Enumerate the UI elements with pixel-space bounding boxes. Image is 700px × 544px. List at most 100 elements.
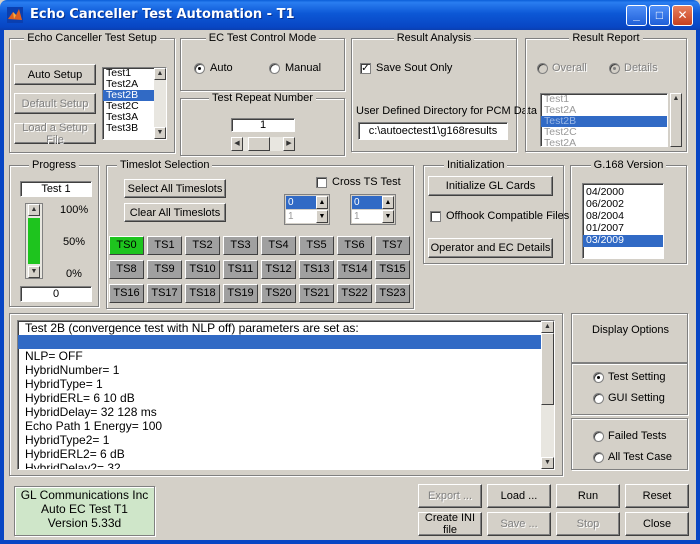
console-line-selected[interactable]: [18, 335, 554, 349]
timeslot-button-ts9[interactable]: TS9: [147, 260, 182, 279]
scroll-down-icon[interactable]: ▼: [154, 127, 166, 139]
console-line[interactable]: HybridType= 1: [18, 377, 554, 391]
timeslot-button-ts14[interactable]: TS14: [337, 260, 372, 279]
console-scrollbar[interactable]: ▲ ▼: [541, 321, 554, 469]
timeslot-button-ts18[interactable]: TS18: [185, 284, 220, 303]
timeslot-button-ts5[interactable]: TS5: [299, 236, 334, 255]
gui-setting-radio[interactable]: [593, 393, 604, 404]
test-setting-label: Test Setting: [608, 371, 666, 383]
auto-setup-button[interactable]: Auto Setup: [14, 64, 96, 85]
timeslot-button-ts7[interactable]: TS7: [375, 236, 410, 255]
default-setup-button[interactable]: Default Setup: [14, 93, 96, 114]
auto-mode-radio[interactable]: [194, 63, 205, 74]
console-scroll-thumb[interactable]: [541, 333, 554, 405]
setup-test-list[interactable]: Test1 Test2A Test2B Test2C Test3A Test3B…: [102, 67, 167, 140]
select-all-timeslots-button[interactable]: Select All Timeslots: [124, 179, 226, 198]
scroll-up-icon[interactable]: ▲: [541, 321, 554, 333]
list-item-selected[interactable]: 03/2009: [583, 235, 663, 247]
timeslot-button-ts21[interactable]: TS21: [299, 284, 334, 303]
create-ini-button[interactable]: Create INI file: [418, 512, 482, 536]
timeslot-button-ts15[interactable]: TS15: [375, 260, 410, 279]
export-button[interactable]: Export ...: [418, 484, 482, 508]
test-setting-radio[interactable]: [593, 372, 604, 383]
timeslot-button-ts22[interactable]: TS22: [337, 284, 372, 303]
slider-left-icon[interactable]: ◀: [231, 137, 243, 151]
timeslot-button-ts10[interactable]: TS10: [185, 260, 220, 279]
all-test-case-radio[interactable]: [593, 452, 604, 463]
timeslot-button-ts2[interactable]: TS2: [185, 236, 220, 255]
report-list-scrollbar[interactable]: ▲: [670, 93, 682, 147]
progress-up-icon[interactable]: ▲: [28, 204, 40, 216]
list-item[interactable]: 1: [286, 210, 317, 223]
stop-button[interactable]: Stop: [556, 512, 620, 536]
repeat-slider[interactable]: ◀ ▶: [231, 137, 295, 151]
save-button[interactable]: Save ...: [487, 512, 551, 536]
timeslot-button-ts3[interactable]: TS3: [223, 236, 258, 255]
initialize-gl-cards-button[interactable]: Initialize GL Cards: [428, 176, 553, 196]
report-test-list[interactable]: Test1 Test2A Test2B Test2C Test2A: [540, 93, 668, 147]
scroll-up-icon[interactable]: ▲: [316, 196, 328, 209]
console-line[interactable]: HybridDelay= 32 128 ms: [18, 405, 554, 419]
cross-ts-dest-list[interactable]: 0 1 ▲ ▼: [350, 194, 396, 225]
console-line[interactable]: HybridERL2= 6 dB: [18, 447, 554, 461]
load-setup-file-button[interactable]: Load a Setup File: [14, 122, 96, 146]
timeslot-button-ts23[interactable]: TS23: [375, 284, 410, 303]
timeslot-button-ts16[interactable]: TS16: [109, 284, 144, 303]
test-parameters-console[interactable]: Test 2B (convergence test with NLP off) …: [17, 320, 555, 470]
timeslot-button-ts0[interactable]: TS0: [109, 236, 144, 255]
minimize-button[interactable]: _: [626, 5, 647, 26]
g168-version-list[interactable]: 04/2000 06/2002 08/2004 01/2007 03/2009: [582, 183, 664, 259]
close-button[interactable]: Close: [625, 512, 689, 536]
timeslot-button-ts11[interactable]: TS11: [223, 260, 258, 279]
cross-ts-checkbox[interactable]: [316, 177, 327, 188]
offhook-checkbox[interactable]: [430, 211, 441, 222]
progress-down-icon[interactable]: ▼: [28, 266, 40, 278]
close-window-button[interactable]: ✕: [672, 5, 693, 26]
list-item[interactable]: 1: [352, 210, 383, 223]
scroll-down-icon[interactable]: ▼: [382, 210, 394, 223]
details-radio[interactable]: [609, 63, 620, 74]
console-line[interactable]: Test 2B (convergence test with NLP off) …: [18, 321, 554, 335]
timeslot-button-ts12[interactable]: TS12: [261, 260, 296, 279]
overall-radio[interactable]: [537, 63, 548, 74]
console-line[interactable]: HybridNumber= 1: [18, 363, 554, 377]
cross-ts-source-list[interactable]: 0 1 ▲ ▼: [284, 194, 330, 225]
scroll-up-icon[interactable]: ▲: [382, 196, 394, 209]
failed-tests-radio[interactable]: [593, 431, 604, 442]
console-line[interactable]: HybridType2= 1: [18, 433, 554, 447]
timeslot-button-ts1[interactable]: TS1: [147, 236, 182, 255]
slider-thumb[interactable]: [248, 137, 270, 151]
maximize-button[interactable]: □: [649, 5, 670, 26]
progress-fill: [28, 218, 40, 264]
manual-mode-radio[interactable]: [269, 63, 280, 74]
list-item-selected[interactable]: 0: [352, 196, 383, 209]
reset-button[interactable]: Reset: [625, 484, 689, 508]
list-item[interactable]: Test2A: [541, 138, 667, 147]
console-line[interactable]: NLP= OFF: [18, 349, 554, 363]
scroll-down-icon[interactable]: ▼: [316, 210, 328, 223]
repeat-number-field[interactable]: 1: [231, 118, 295, 132]
timeslot-button-ts19[interactable]: TS19: [223, 284, 258, 303]
timeslot-button-ts4[interactable]: TS4: [261, 236, 296, 255]
timeslot-button-ts8[interactable]: TS8: [109, 260, 144, 279]
console-line[interactable]: HybridERL= 6 10 dB: [18, 391, 554, 405]
clear-all-timeslots-button[interactable]: Clear All Timeslots: [124, 203, 226, 222]
console-line[interactable]: Echo Path 1 Energy= 100: [18, 419, 554, 433]
console-line[interactable]: HybridDelay2= 32: [18, 461, 554, 469]
slider-right-icon[interactable]: ▶: [283, 137, 295, 151]
timeslot-button-ts20[interactable]: TS20: [261, 284, 296, 303]
scroll-up-icon[interactable]: ▲: [673, 95, 680, 102]
pcm-directory-field[interactable]: c:\autoectest1\g168results: [358, 122, 508, 140]
timeslot-button-ts6[interactable]: TS6: [337, 236, 372, 255]
setup-list-scrollbar[interactable]: ▲ ▼: [154, 68, 166, 139]
scroll-down-icon[interactable]: ▼: [541, 457, 554, 469]
company-name: GL Communications Inc: [20, 488, 149, 502]
list-item-selected[interactable]: 0: [286, 196, 317, 209]
timeslot-button-ts13[interactable]: TS13: [299, 260, 334, 279]
operator-ec-details-button[interactable]: Operator and EC Details: [428, 238, 553, 258]
scroll-up-icon[interactable]: ▲: [154, 68, 166, 80]
save-sout-checkbox[interactable]: ✓: [360, 63, 371, 74]
timeslot-button-ts17[interactable]: TS17: [147, 284, 182, 303]
load-button[interactable]: Load ...: [487, 484, 551, 508]
run-button[interactable]: Run: [556, 484, 620, 508]
